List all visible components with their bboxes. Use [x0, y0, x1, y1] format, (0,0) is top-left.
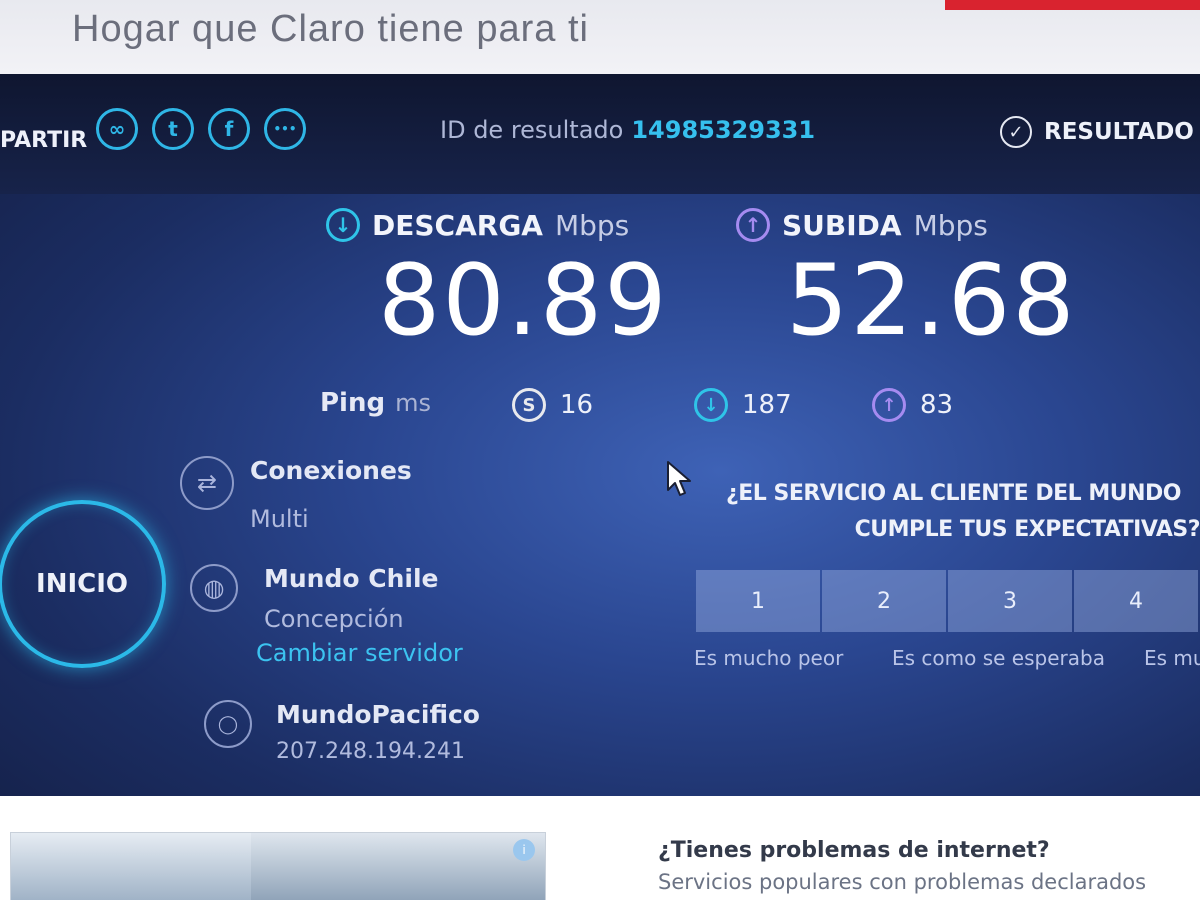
- download-label: DESCARGA: [372, 208, 543, 242]
- results-panel: [0, 74, 1200, 796]
- ping-upload-icon: ↑: [872, 388, 906, 422]
- rating-row: 1 2 3 4: [696, 570, 1198, 632]
- ping-download-icon: ↓: [694, 388, 728, 422]
- ping-download: ↓ 187: [694, 388, 792, 422]
- change-server-link[interactable]: Cambiar servidor: [256, 639, 463, 667]
- rating-caption-high: Es mu: [1144, 646, 1200, 670]
- upload-label: SUBIDA: [782, 208, 902, 242]
- upload-unit: Mbps: [913, 208, 988, 242]
- mouse-cursor-icon: [667, 461, 691, 496]
- survey-question-line2: CUMPLE TUS EXPECTATIVAS?: [854, 517, 1200, 542]
- survey-question-line1: ¿EL SERVICIO AL CLIENTE DEL MUNDO: [726, 481, 1181, 506]
- server-location: Concepción: [264, 605, 404, 633]
- facebook-icon[interactable]: f: [208, 108, 250, 150]
- rating-button-2[interactable]: 2: [822, 570, 946, 632]
- download-unit: Mbps: [554, 208, 630, 242]
- ping-unit: ms: [395, 389, 431, 417]
- connections-value: Multi: [250, 505, 309, 533]
- download-arrow-icon: ↓: [326, 208, 360, 242]
- ping-row: Ping ms: [320, 388, 431, 418]
- globe-icon: ◍: [190, 564, 238, 612]
- ad-info-icon[interactable]: i: [513, 839, 535, 861]
- result-id: ID de resultado 14985329331: [440, 116, 815, 144]
- provider-title: MundoPacifico: [276, 700, 480, 729]
- rating-caption-mid: Es como se esperaba: [892, 646, 1105, 670]
- connections-text: Conexiones Multi: [250, 456, 412, 533]
- connections-block: ⇄ Conexiones Multi: [180, 456, 412, 533]
- share-icons: ∞ t f •••: [96, 108, 306, 150]
- results-label: RESULTADO: [1044, 119, 1194, 145]
- connections-icon: ⇄: [180, 456, 234, 510]
- result-id-label: ID de resultado: [440, 116, 624, 144]
- download-metric-header: ↓ DESCARGA Mbps: [326, 208, 629, 242]
- results-link[interactable]: ✓ RESULTADO: [1000, 116, 1194, 148]
- provider-ip: 207.248.194.241: [276, 739, 465, 764]
- provider-text: MundoPacifico 207.248.194.241: [276, 700, 480, 764]
- more-icon[interactable]: •••: [264, 108, 306, 150]
- provider-block: ◯ MundoPacifico 207.248.194.241: [204, 700, 480, 764]
- problems-subtitle: Servicios populares con problemas declar…: [658, 870, 1147, 894]
- survey-question: ¿EL SERVICIO AL CLIENTE DEL MUNDO CUMPLE…: [690, 476, 1200, 548]
- ping-upload: ↑ 83: [872, 388, 953, 422]
- banner-text: Hogar que Claro tiene para ti: [72, 8, 589, 50]
- ping-idle: S 16: [512, 388, 593, 422]
- top-banner: Hogar que Claro tiene para ti: [0, 0, 1200, 74]
- rating-caption-low: Es mucho peor: [694, 646, 844, 670]
- page: Hogar que Claro tiene para ti PARTIR ∞ t…: [0, 0, 1200, 900]
- ping-idle-value: 16: [560, 390, 594, 420]
- share-label: PARTIR: [0, 128, 88, 153]
- connections-title: Conexiones: [250, 456, 412, 485]
- ad-image: [11, 833, 251, 900]
- twitter-icon[interactable]: t: [152, 108, 194, 150]
- start-button[interactable]: INICIO: [0, 500, 166, 668]
- rating-button-3[interactable]: 3: [948, 570, 1072, 632]
- server-title: Mundo Chile: [264, 564, 439, 593]
- result-id-value[interactable]: 14985329331: [631, 116, 815, 144]
- upload-value: 52.68: [786, 244, 1077, 358]
- ping-upload-value: 83: [920, 390, 954, 420]
- download-value: 80.89: [378, 244, 669, 358]
- rating-button-1[interactable]: 1: [696, 570, 820, 632]
- check-circle-icon: ✓: [1000, 116, 1032, 148]
- link-icon[interactable]: ∞: [96, 108, 138, 150]
- ping-idle-icon: S: [512, 388, 546, 422]
- red-strip: [945, 0, 1200, 10]
- ping-label: Ping: [320, 388, 386, 418]
- rating-button-4[interactable]: 4: [1074, 570, 1198, 632]
- start-label: INICIO: [36, 569, 128, 599]
- ping-download-value: 187: [742, 390, 792, 420]
- upload-arrow-icon: ↑: [736, 208, 770, 242]
- ad-banner[interactable]: i: [10, 832, 546, 900]
- server-text: Mundo Chile Concepción Cambiar servidor: [256, 564, 463, 667]
- user-icon: ◯: [204, 700, 252, 748]
- upload-metric-header: ↑ SUBIDA Mbps: [736, 208, 988, 242]
- server-block: ◍ Mundo Chile Concepción Cambiar servido…: [190, 564, 463, 667]
- problems-title[interactable]: ¿Tienes problemas de internet?: [658, 838, 1050, 863]
